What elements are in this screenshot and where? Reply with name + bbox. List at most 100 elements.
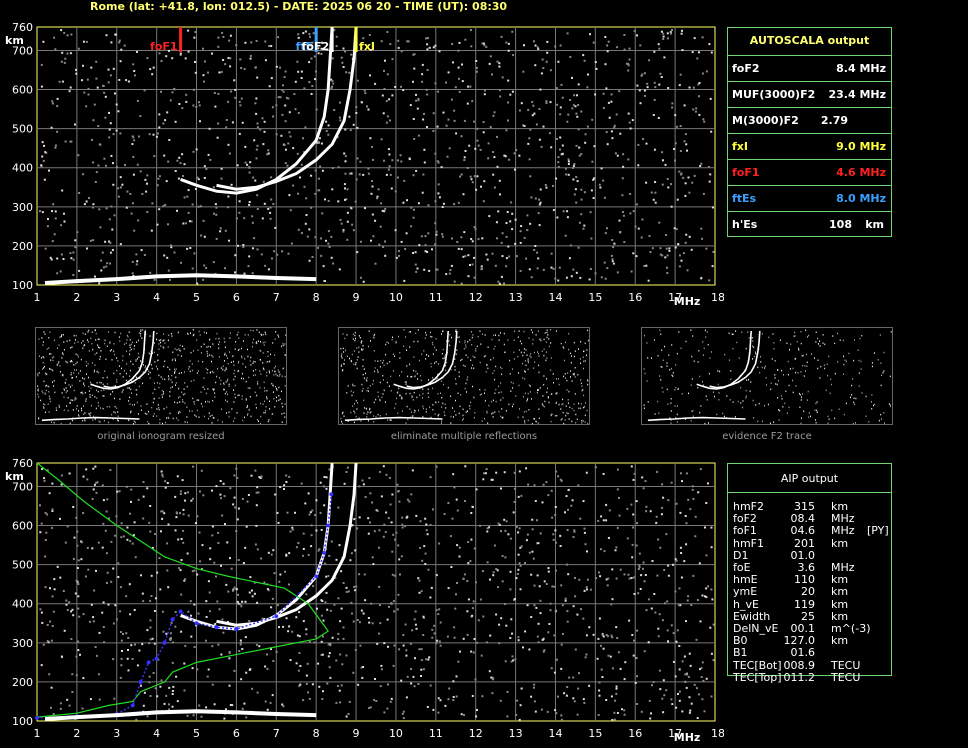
thumbnail-noise-dot bbox=[160, 376, 162, 378]
noise-dot bbox=[466, 102, 469, 105]
thumbnail-noise-dot bbox=[571, 420, 573, 423]
noise-dot bbox=[512, 659, 515, 662]
thumbnail-noise-dot bbox=[208, 417, 209, 420]
thumbnail-noise-dot bbox=[494, 345, 496, 348]
thumbnail-noise-dot bbox=[97, 370, 99, 373]
noise-dot bbox=[364, 599, 367, 602]
noise-dot bbox=[546, 51, 549, 54]
noise-dot bbox=[483, 472, 485, 475]
noise-dot bbox=[51, 102, 54, 105]
thumbnail-noise-dot bbox=[485, 371, 487, 373]
thumbnail-noise-dot bbox=[653, 339, 655, 341]
thumbnail-noise-dot bbox=[476, 345, 478, 348]
thumbnail-noise-dot bbox=[163, 347, 165, 349]
noise-dot bbox=[504, 155, 507, 158]
noise-dot bbox=[68, 472, 71, 475]
thumbnail-noise-dot bbox=[584, 414, 586, 417]
thumbnail-noise-dot bbox=[854, 403, 855, 406]
thumbnail-noise-dot bbox=[224, 352, 226, 355]
noise-dot bbox=[382, 535, 385, 538]
noise-dot bbox=[684, 133, 687, 136]
noise-dot bbox=[107, 81, 110, 84]
noise-dot bbox=[229, 65, 232, 68]
thumbnail-noise-dot bbox=[706, 331, 708, 333]
noise-dot bbox=[586, 578, 589, 581]
noise-dot bbox=[543, 649, 546, 652]
noise-dot bbox=[530, 573, 533, 576]
thumbnail-noise-dot bbox=[366, 416, 368, 418]
thumbnail-noise-dot bbox=[666, 362, 668, 364]
noise-dot bbox=[353, 585, 356, 588]
thumbnail-noise-dot bbox=[430, 362, 432, 365]
thumbnail-noise-dot bbox=[346, 392, 348, 394]
noise-dot bbox=[429, 596, 432, 599]
noise-dot bbox=[44, 151, 47, 154]
thumbnail-noise-dot bbox=[524, 422, 526, 424]
noise-dot bbox=[107, 68, 110, 71]
thumbnail-noise-dot bbox=[837, 361, 839, 363]
noise-dot bbox=[117, 195, 120, 198]
thumbnail-noise-dot bbox=[163, 365, 165, 368]
noise-dot bbox=[344, 128, 347, 131]
noise-dot bbox=[580, 110, 583, 113]
noise-dot bbox=[539, 599, 542, 602]
noise-dot bbox=[261, 117, 264, 120]
noise-dot bbox=[322, 265, 325, 268]
aip-key: h_vE bbox=[733, 597, 759, 611]
thumbnail-noise-dot bbox=[500, 415, 502, 418]
thumbnail-noise-dot bbox=[99, 358, 101, 360]
noise-dot bbox=[222, 59, 225, 61]
noise-dot bbox=[482, 615, 485, 618]
noise-dot bbox=[112, 622, 115, 625]
noise-dot bbox=[60, 253, 63, 256]
noise-dot bbox=[505, 257, 508, 260]
noise-dot bbox=[405, 654, 408, 657]
noise-dot bbox=[106, 571, 109, 574]
thumbnail-noise-dot bbox=[434, 413, 436, 415]
thumbnail-noise-dot bbox=[49, 331, 51, 333]
aip-key: hmF1 bbox=[733, 536, 765, 550]
noise-dot bbox=[554, 514, 557, 516]
noise-dot bbox=[324, 562, 327, 565]
thumbnail-noise-dot bbox=[462, 414, 464, 417]
noise-dot bbox=[380, 664, 383, 667]
x-tick-label: 11 bbox=[429, 727, 443, 740]
noise-dot bbox=[340, 684, 343, 687]
thumbnail-noise-dot bbox=[571, 380, 573, 382]
noise-dot bbox=[703, 710, 706, 713]
thumbnail-noise-dot bbox=[42, 344, 44, 346]
noise-dot bbox=[523, 236, 526, 239]
noise-dot bbox=[449, 535, 452, 538]
thumbnail-noise-dot bbox=[761, 366, 763, 369]
noise-dot bbox=[245, 716, 248, 719]
noise-dot bbox=[53, 588, 56, 591]
noise-dot bbox=[684, 182, 687, 185]
noise-dot bbox=[148, 521, 151, 524]
noise-dot bbox=[158, 113, 161, 116]
thumbnail-noise-dot bbox=[360, 420, 362, 422]
noise-dot bbox=[414, 251, 417, 254]
thumbnail-noise-dot bbox=[114, 331, 116, 334]
noise-dot bbox=[228, 684, 231, 687]
thumbnail-noise-dot bbox=[382, 393, 384, 395]
noise-dot bbox=[375, 700, 378, 702]
thumbnail-noise-dot bbox=[741, 331, 743, 333]
noise-dot bbox=[142, 495, 145, 498]
thumbnail-noise-dot bbox=[205, 401, 206, 403]
noise-dot bbox=[42, 159, 45, 162]
thumbnail-noise-dot bbox=[130, 410, 132, 412]
noise-dot bbox=[712, 250, 715, 253]
thumbnail-noise-dot bbox=[132, 363, 134, 366]
noise-dot bbox=[529, 222, 532, 225]
thumbnail-noise-dot bbox=[467, 376, 469, 378]
thumbnail-noise-dot bbox=[169, 368, 171, 371]
noise-dot bbox=[644, 574, 647, 576]
thumbnail-noise-dot bbox=[556, 414, 558, 417]
noise-dot bbox=[313, 641, 316, 644]
thumbnail-noise-dot bbox=[432, 404, 434, 406]
noise-dot bbox=[164, 480, 167, 483]
thumbnail-noise-dot bbox=[405, 392, 407, 395]
thumbnail-noise-dot bbox=[178, 387, 180, 390]
noise-dot bbox=[248, 669, 251, 671]
thumbnail-noise-dot bbox=[547, 387, 548, 390]
